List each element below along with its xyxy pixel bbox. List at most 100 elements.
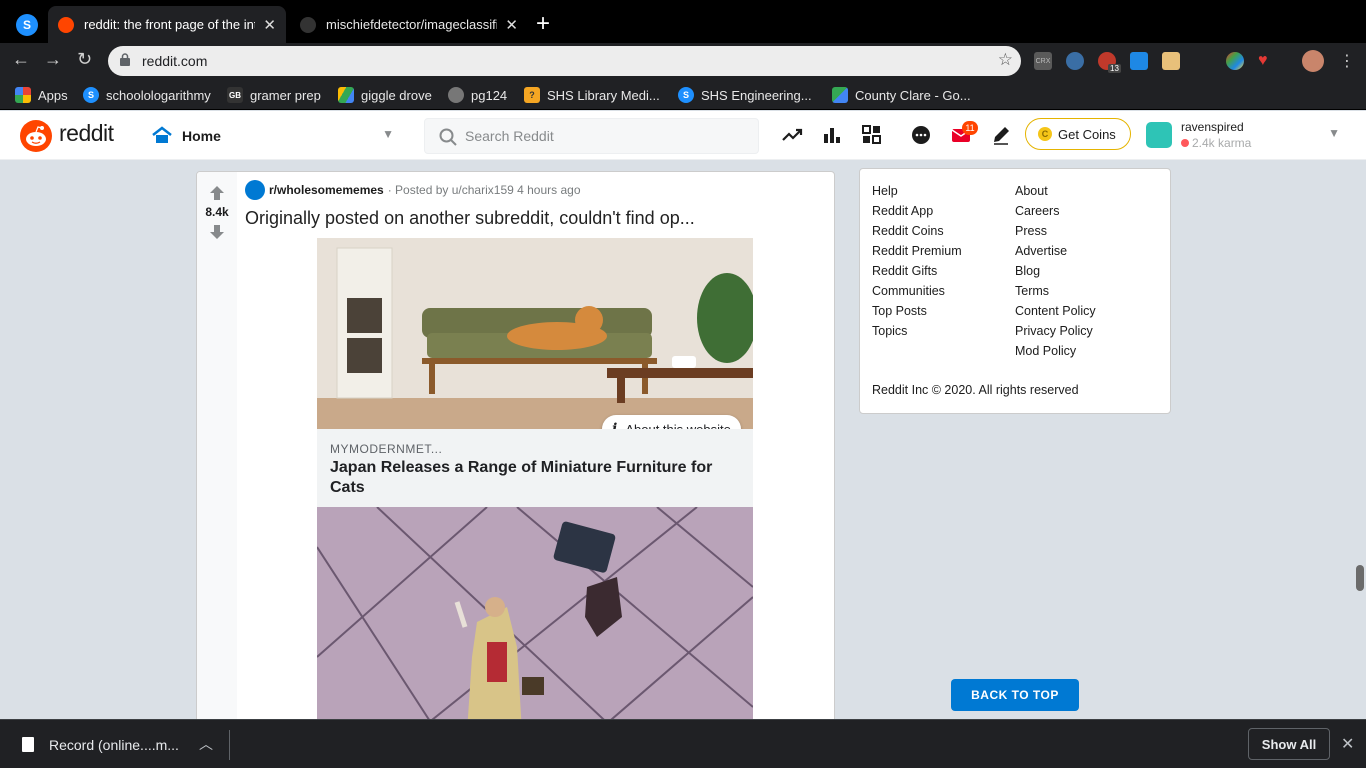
search-input[interactable] [465,125,745,147]
post-title[interactable]: Originally posted on another subreddit, … [245,208,695,229]
address-bar[interactable]: reddit.com ☆ [108,46,1021,76]
coin-icon: C [1038,127,1052,141]
bookmark-engineering[interactable]: S SHS Engineering... [678,86,812,104]
footer-link[interactable]: Press [1015,221,1096,241]
bookmark-label: SHS Engineering... [701,87,812,103]
footer-link[interactable]: Help [872,181,962,201]
new-tab-button[interactable]: + [536,10,550,38]
owl-extension-icon[interactable] [1066,52,1084,70]
profile-avatar[interactable] [1302,50,1324,72]
home-dropdown[interactable]: Home ▼ [146,119,398,153]
heart-extension-icon[interactable]: ♥ [1258,52,1276,70]
chrome-menu-icon[interactable]: ⋮ [1339,51,1355,71]
bookmark-label: gramer prep [250,87,321,103]
get-coins-label: Get Coins [1058,126,1116,142]
footer-link[interactable]: Reddit App [872,201,962,221]
check-extension-icon[interactable] [1130,52,1148,70]
footer-link[interactable]: Topics [872,321,962,341]
back-to-top-button[interactable]: BACK TO TOP [951,679,1079,711]
crx-icon[interactable]: CRX [1034,52,1052,70]
bookmark-label: schoolologarithmy [106,87,211,103]
karma-text: 2.4k karma [1192,136,1252,150]
footer-col-2: About Careers Press Advertise Blog Terms… [1015,181,1096,361]
tab-title: reddit: the front page of the int [84,17,256,32]
search-icon [439,128,457,146]
show-all-button[interactable]: Show All [1248,728,1330,760]
subreddit-icon[interactable] [245,180,265,200]
apps-grid-icon [15,87,31,103]
vote-bar: 8.4k [197,172,237,730]
bookmark-label: giggle drove [361,87,432,103]
tab-github[interactable]: mischiefdetector/imageclassifi ✕ [290,6,528,43]
bookmark-library[interactable]: ? SHS Library Medi... [524,86,660,104]
user-menu[interactable]: ravenspired 2.4k karma ▼ [1146,118,1346,152]
bookmark-pg124[interactable]: pg124 [448,86,507,104]
download-item[interactable]: Record (online....m... [49,737,179,753]
close-tab-icon[interactable]: ✕ [263,16,276,34]
footer-link[interactable]: Privacy Policy [1015,321,1096,341]
chrome-profile-icon[interactable]: S [16,14,38,36]
footer-link[interactable]: Reddit Coins [872,221,962,241]
home-icon [152,126,172,143]
footer-link[interactable]: Reddit Gifts [872,261,962,281]
search-box[interactable] [424,118,759,154]
box-extension-icon[interactable] [1162,52,1180,70]
footer-link[interactable]: Reddit Premium [872,241,962,261]
link-title[interactable]: Japan Releases a Range of Miniature Furn… [330,458,740,498]
post-image-cat-sofa[interactable] [317,238,753,429]
maps-icon [832,87,848,103]
browser-toolbar: ← → ↻ reddit.com ☆ CRX 13 ♥ ⋮ [0,43,1366,79]
chevron-up-icon[interactable]: ︿ [199,734,213,754]
footer-link[interactable]: Mod Policy [1015,341,1096,361]
footer-link[interactable]: Advertise [1015,241,1096,261]
copyright-text: Reddit Inc © 2020. All rights reserved [872,383,1079,397]
get-coins-button[interactable]: C Get Coins [1025,118,1131,150]
drive-icon [338,87,354,103]
close-tab-icon[interactable]: ✕ [505,16,518,34]
tab-title: mischiefdetector/imageclassifi [326,17,498,32]
library-icon: ? [524,87,540,103]
bookmark-star-icon[interactable]: ☆ [998,50,1013,70]
color-extension-icon[interactable] [1226,52,1244,70]
bookmark-gramer[interactable]: GB gramer prep [227,86,321,104]
bookmark-county-clare[interactable]: County Clare - Go... [832,86,971,104]
bookmark-drive[interactable]: giggle drove [338,86,432,104]
footer-link[interactable]: Blog [1015,261,1096,281]
adblock-badge: 13 [1108,64,1121,73]
close-icon[interactable]: ✕ [1341,734,1354,754]
post-card[interactable]: 8.4k r/wholesomememes · Posted by u/char… [196,171,835,731]
trending-icon[interactable] [781,124,803,146]
bookmark-apps[interactable]: Apps [15,86,68,104]
bookmarks-bar: Apps S schoolologarithmy GB gramer prep … [0,79,1366,110]
footer-link[interactable]: Communities [872,281,962,301]
reddit-wordmark[interactable]: reddit [59,120,114,147]
create-post-icon[interactable] [990,124,1012,146]
schoology-icon: S [678,87,694,103]
community-icon[interactable] [861,124,883,146]
bookmark-schoology[interactable]: S schoolologarithmy [83,86,211,104]
footer-link[interactable]: Content Policy [1015,301,1096,321]
leaderboard-icon[interactable] [821,124,843,146]
karma-icon [1181,139,1189,147]
globe-icon [448,87,464,103]
back-arrow-icon[interactable]: ← [12,49,30,70]
post-image-anime[interactable] [317,507,753,730]
reddit-logo-icon[interactable] [20,120,52,152]
chevron-down-icon: ▼ [1328,126,1340,140]
scrollbar-thumb[interactable] [1356,565,1364,591]
link-preview-card[interactable]: MYMODERNMET... Japan Releases a Range of… [317,429,753,507]
username: ravenspired [1181,120,1244,134]
footer-link[interactable]: Terms [1015,281,1096,301]
footer-link[interactable]: Top Posts [872,301,962,321]
reload-icon[interactable]: ↻ [77,49,92,70]
subreddit-link[interactable]: r/wholesomememes [269,183,384,197]
downvote-arrow-icon[interactable] [209,224,225,240]
forward-arrow-icon[interactable]: → [44,49,62,70]
posted-by[interactable]: · Posted by u/charix159 4 hours ago [388,183,581,197]
tab-reddit[interactable]: reddit: the front page of the int ✕ [48,6,286,43]
upvote-arrow-icon[interactable] [209,185,225,201]
footer-link[interactable]: About [1015,181,1096,201]
chat-icon[interactable] [910,124,932,146]
reddit-favicon-icon [58,16,74,33]
footer-link[interactable]: Careers [1015,201,1096,221]
